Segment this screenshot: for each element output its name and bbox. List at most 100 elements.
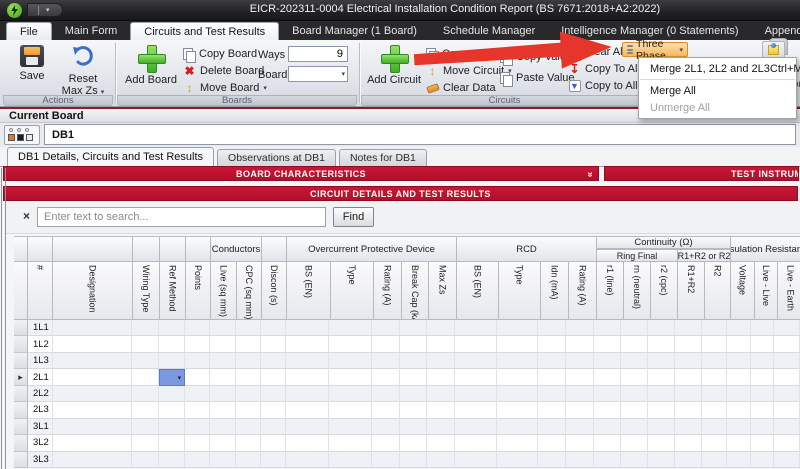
grid-cell[interactable]	[751, 320, 775, 337]
grid-cell[interactable]	[159, 320, 186, 337]
column-header[interactable]	[14, 262, 28, 320]
column-header[interactable]: r1 (line)	[597, 262, 624, 320]
grid-cell[interactable]	[566, 418, 595, 436]
grid-cell[interactable]	[454, 385, 497, 403]
column-header[interactable]: Voltage	[731, 262, 755, 320]
grid-cell[interactable]	[329, 402, 373, 419]
row-indicator[interactable]	[14, 385, 28, 403]
add-board-button[interactable]: Add Board	[124, 43, 178, 94]
grid-cell[interactable]	[285, 418, 330, 436]
grid-cell[interactable]	[620, 320, 648, 337]
board-date-combobox[interactable]: ▾	[288, 66, 348, 82]
grid-cell[interactable]	[647, 435, 675, 452]
grid-cell[interactable]	[751, 385, 775, 403]
ribbon-tab[interactable]: Main Form	[52, 22, 131, 40]
grid-cell[interactable]	[594, 402, 621, 419]
grid-cell[interactable]	[372, 418, 401, 436]
grid-cell[interactable]	[52, 451, 133, 468]
grid-cell[interactable]	[454, 369, 497, 386]
grid-cell[interactable]	[594, 369, 621, 386]
grid-cell[interactable]	[566, 320, 595, 337]
grid-cell[interactable]	[566, 435, 595, 452]
column-header[interactable]: Live - Live	[755, 262, 778, 320]
grid-cell[interactable]	[159, 352, 186, 370]
grid-cell[interactable]	[52, 418, 133, 436]
row-indicator[interactable]: ▸	[14, 369, 28, 386]
grid-cell[interactable]	[751, 435, 775, 452]
grid-cell[interactable]	[132, 418, 160, 436]
grid-cell[interactable]	[454, 418, 497, 436]
grid-cell[interactable]	[774, 320, 800, 337]
grid-cell[interactable]	[454, 451, 497, 468]
grid-cell[interactable]	[159, 402, 186, 419]
row-indicator[interactable]	[14, 352, 28, 370]
grid-cell[interactable]	[538, 369, 567, 386]
grid-cell[interactable]	[185, 320, 211, 337]
grid-cell[interactable]	[52, 336, 133, 353]
grid-cell[interactable]	[727, 451, 752, 468]
ribbon-tab[interactable]: Board Manager (1 Board)	[279, 22, 430, 40]
grid-cell[interactable]	[400, 369, 427, 386]
grid-cell[interactable]	[426, 352, 455, 370]
grid-cell[interactable]	[400, 385, 427, 403]
grid-cell[interactable]	[159, 385, 186, 403]
grid-cell[interactable]	[329, 336, 373, 353]
grid-cell[interactable]	[210, 418, 236, 436]
grid-cell[interactable]	[751, 451, 775, 468]
column-header[interactable]: Type	[331, 262, 374, 320]
grid-cell[interactable]	[185, 418, 211, 436]
board-subtab[interactable]: DB1 Details, Circuits and Test Results	[7, 147, 215, 167]
copy-to-all-button[interactable]: ▼ Copy to All	[568, 78, 638, 94]
grid-cell[interactable]	[538, 320, 567, 337]
selected-cell-dropdown[interactable]: ▾	[159, 369, 186, 386]
board-name-field[interactable]: DB1	[44, 124, 796, 145]
grid-cell[interactable]	[496, 352, 539, 370]
grid-cell[interactable]	[751, 369, 775, 386]
circuit-number-cell[interactable]: 2L2	[27, 385, 53, 403]
save-button[interactable]: Save	[9, 43, 55, 94]
circuit-number-cell[interactable]: 1L1	[27, 320, 53, 337]
grid-cell[interactable]	[285, 336, 330, 353]
grid-cell[interactable]	[727, 385, 752, 403]
grid-cell[interactable]	[620, 402, 648, 419]
board-subtab[interactable]: Notes for DB1	[338, 149, 427, 167]
grid-cell[interactable]	[701, 435, 728, 452]
grid-cell[interactable]	[727, 402, 752, 419]
grid-cell[interactable]	[594, 320, 621, 337]
grid-cell[interactable]	[566, 402, 595, 419]
note-button[interactable]	[762, 41, 785, 58]
grid-cell[interactable]	[594, 418, 621, 436]
grid-cell[interactable]	[454, 435, 497, 452]
grid-cell[interactable]	[566, 352, 595, 370]
grid-cell[interactable]	[774, 418, 800, 436]
chevron-down-icon[interactable]: ▾	[341, 70, 345, 78]
grid-cell[interactable]	[701, 385, 728, 403]
grid-cell[interactable]	[426, 418, 455, 436]
grid-cell[interactable]	[538, 385, 567, 403]
grid-cell[interactable]	[727, 369, 752, 386]
grid-cell[interactable]	[538, 402, 567, 419]
grid-cell[interactable]	[727, 435, 752, 452]
grid-cell[interactable]	[400, 435, 427, 452]
grid-cell[interactable]	[701, 336, 728, 353]
grid-cell[interactable]	[210, 451, 236, 468]
grid-cell[interactable]	[647, 385, 675, 403]
grid-cell[interactable]	[454, 336, 497, 353]
row-indicator[interactable]	[14, 435, 28, 452]
grid-cell[interactable]	[426, 369, 455, 386]
grid-cell[interactable]	[235, 451, 261, 468]
grid-cell[interactable]	[674, 451, 702, 468]
grid-cell[interactable]	[566, 451, 595, 468]
grid-cell[interactable]	[260, 418, 286, 436]
column-header[interactable]: rn (neutral)	[624, 262, 651, 320]
grid-cell[interactable]	[372, 352, 401, 370]
grid-cell[interactable]	[426, 336, 455, 353]
row-indicator[interactable]	[14, 418, 28, 436]
grid-cell[interactable]	[329, 352, 373, 370]
grid-cell[interactable]	[774, 385, 800, 403]
grid-cell[interactable]	[620, 369, 648, 386]
menu-item[interactable]: Merge All	[639, 82, 796, 99]
grid-cell[interactable]	[260, 336, 286, 353]
reset-max-zs-button[interactable]: Reset Max Zs ▾	[57, 43, 109, 97]
grid-cell[interactable]	[210, 352, 236, 370]
